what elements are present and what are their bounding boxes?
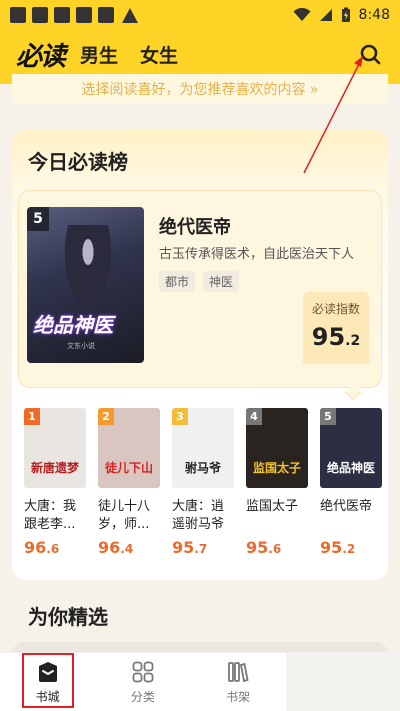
book-cover[interactable]: 4 监国太子 [246, 408, 308, 488]
book-score: 95.6 [246, 538, 308, 557]
book-score-decimal: .7 [194, 542, 208, 556]
book-rank-badge: 3 [172, 408, 188, 425]
grid-icon [132, 661, 154, 682]
featured-book-title[interactable]: 绝代医帝 [159, 213, 231, 239]
book-score-integer: 96 [98, 538, 121, 557]
book-cover[interactable]: 3 驸马爷 [172, 408, 234, 488]
featured-book[interactable]: 5 绝品神医 文东小说 绝代医帝 古玉传承得医术，自此医治天下人 都市 神医 必… [18, 190, 382, 388]
book-title[interactable]: 绝代医帝 [320, 498, 382, 534]
tab-male[interactable]: 男生 [80, 41, 118, 68]
nav-bookshelf[interactable]: 书架 [190, 653, 285, 711]
ranking-book-item[interactable]: 4 监国太子 监国太子 95.6 [246, 408, 308, 568]
book-rank-badge: 5 [320, 408, 336, 425]
nav-category-label: 分类 [130, 689, 155, 704]
featured-book-description: 古玉传承得医术，自此医治天下人 [159, 247, 355, 262]
book-score: 96.6 [24, 538, 86, 557]
book-score-integer: 95 [246, 538, 269, 557]
bookstore-icon [38, 661, 57, 682]
book-score-integer: 95 [320, 538, 343, 557]
nav-bookstore-label: 书城 [35, 689, 60, 704]
score-decimal: .2 [345, 333, 361, 349]
bottom-navigation: 书城 分类 书架 [0, 652, 400, 711]
featured-book-tags: 都市 神医 [159, 271, 240, 292]
book-score-integer: 95 [172, 538, 195, 557]
book-title[interactable]: 大唐：我跟老李... [24, 498, 86, 534]
book-title[interactable]: 监国太子 [246, 498, 308, 534]
cover-rank-badge: 5 [27, 207, 49, 231]
ranking-book-item[interactable]: 2 徒儿下山徒儿十八岁，师... 96.4 [98, 408, 160, 568]
notification-icon [32, 7, 48, 23]
book-score-decimal: .2 [342, 542, 356, 556]
book-cover-title-art: 驸马爷 [184, 461, 221, 475]
search-button[interactable] [356, 40, 384, 68]
status-notifications [10, 7, 138, 23]
ranking-book-item[interactable]: 5 绝品神医绝代医帝 95.2 [320, 408, 382, 568]
book-score-decimal: .4 [120, 542, 134, 556]
book-score-decimal: .6 [46, 542, 60, 556]
book-score: 95.2 [320, 538, 382, 557]
app-header: 必读 男生 女生 [0, 34, 400, 74]
book-score-decimal: .6 [268, 542, 282, 556]
book-cover-title-art: 新唐遗梦 [30, 461, 79, 475]
notification-icon [98, 7, 114, 23]
book-cover-title-art: 徒儿下山 [104, 461, 153, 475]
tab-female[interactable]: 女生 [140, 41, 178, 68]
must-read-score-badge: 必读指数 95.2 [303, 292, 369, 364]
book-rank-badge: 4 [246, 408, 262, 425]
nav-bookshelf-label: 书架 [226, 689, 251, 704]
book-cover-title-art: 绝品神医 [326, 461, 375, 475]
search-icon [360, 44, 381, 65]
wifi-icon [293, 8, 311, 21]
signal-icon [319, 9, 332, 21]
book-score: 96.4 [98, 538, 160, 557]
score-label: 必读指数 [311, 302, 360, 316]
warning-icon [122, 7, 138, 23]
cover-title-art: 绝品神医 [33, 313, 113, 337]
app-logo: 必读 [16, 41, 66, 72]
status-bar: 8:48 [0, 0, 400, 30]
cover-illustration [61, 225, 115, 315]
status-time: 8:48 [358, 7, 390, 23]
score-integer: 95 [311, 323, 346, 351]
recommend-section-title: 为你精选 [28, 605, 108, 629]
featured-book-cover[interactable]: 5 绝品神医 文东小说 [27, 207, 144, 363]
notification-icon [10, 7, 26, 23]
nav-bookstore[interactable]: 书城 [0, 653, 95, 711]
book-cover[interactable]: 1 新唐遗梦 [24, 408, 86, 488]
book-title[interactable]: 大唐：逍遥驸马爷 [172, 498, 234, 534]
cover-author: 文东小说 [67, 342, 95, 350]
daily-ranking-card: 今日必读榜 5 绝品神医 文东小说 绝代医帝 古玉传承得医术，自此医治天下人 都… [12, 130, 388, 580]
notification-icon [76, 7, 92, 23]
ranking-title: 今日必读榜 [28, 150, 128, 174]
nav-category[interactable]: 分类 [95, 653, 190, 711]
book-title[interactable]: 徒儿十八岁，师... [98, 498, 160, 534]
battery-icon [341, 7, 350, 22]
preference-banner[interactable]: 选择阅读喜好，为您推荐喜欢的内容 » [12, 74, 388, 104]
nav-blank-area [285, 653, 400, 711]
book-cover[interactable]: 2 徒儿下山 [98, 408, 160, 488]
book-rank-badge: 1 [24, 408, 40, 425]
bookshelf-icon [228, 661, 249, 682]
book-cover-title-art: 监国太子 [252, 461, 301, 475]
score-value: 95.2 [312, 323, 360, 351]
book-score: 95.7 [172, 538, 234, 557]
ranking-book-item[interactable]: 3 驸马爷大唐：逍遥驸马爷 95.7 [172, 408, 234, 568]
notification-icon [54, 7, 70, 23]
genre-tag[interactable]: 神医 [203, 271, 240, 292]
ranking-book-item[interactable]: 1 新唐遗梦大唐：我跟老李... 96.6 [24, 408, 86, 568]
book-cover[interactable]: 5 绝品神医 [320, 408, 382, 488]
ranking-book-list: 1 新唐遗梦 大唐：我跟老李... 96.6 2 徒儿下山 徒儿十八岁，师... 96.4 3 驸… [24, 408, 388, 568]
genre-tag[interactable]: 都市 [159, 271, 196, 292]
book-score-integer: 96 [24, 538, 47, 557]
book-rank-badge: 2 [98, 408, 114, 425]
